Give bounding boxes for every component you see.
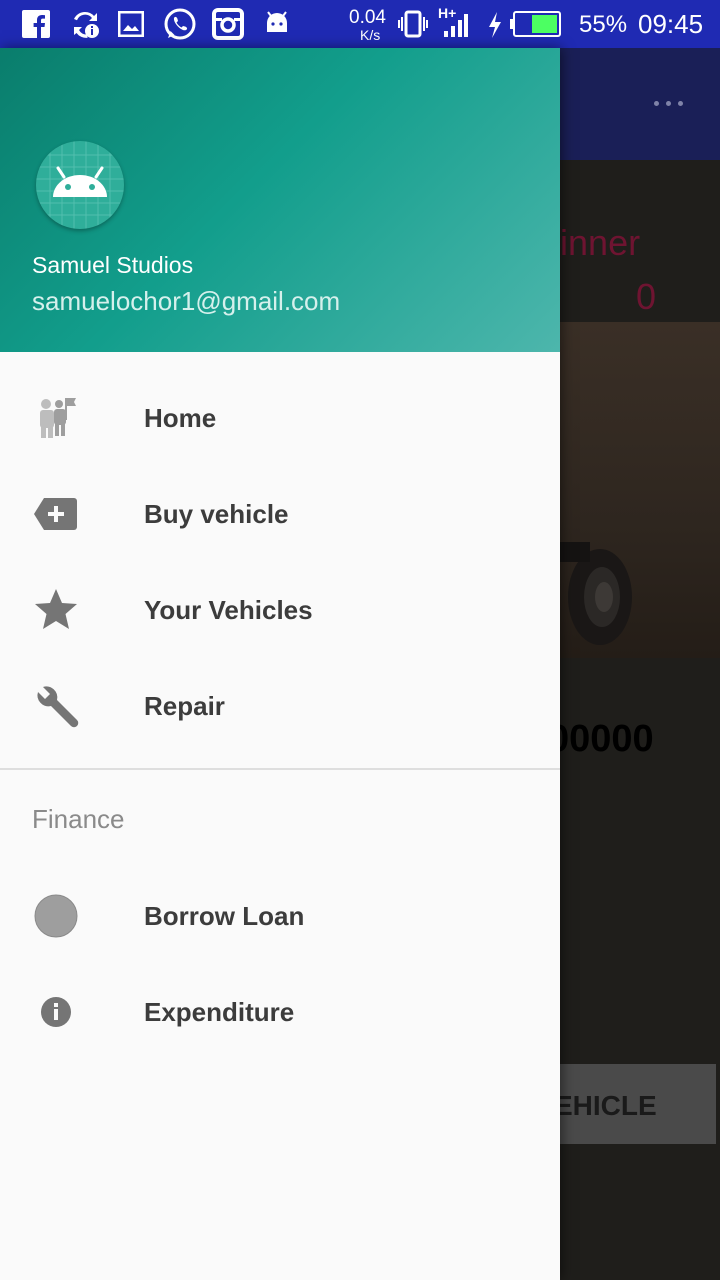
user-email: samuelochor1@gmail.com: [32, 286, 341, 316]
image-icon: [118, 11, 144, 37]
android-avatar-icon: [36, 141, 124, 229]
charging-icon: [489, 12, 501, 38]
menu-item-label: Repair: [144, 691, 225, 721]
wheel-graphic: [560, 542, 632, 645]
menu-item-label: Home: [144, 403, 217, 433]
sync-icon: [74, 11, 99, 38]
menu-item-label: Expenditure: [144, 997, 295, 1027]
wrench-icon: [37, 686, 79, 728]
net-speed-unit: K/s: [360, 27, 381, 43]
menu-item-borrow-loan[interactable]: Borrow Loan: [0, 868, 560, 964]
menu-item-label: Buy vehicle: [144, 499, 289, 529]
whatsapp-icon: [164, 8, 196, 40]
menu-item-repair[interactable]: Repair: [0, 658, 560, 754]
status-bar: 0.04 K/s H+ 55% 09:45: [0, 0, 720, 48]
section-title-finance: Finance: [32, 804, 125, 834]
net-speed-value: 0.04: [349, 7, 386, 28]
avatar[interactable]: [36, 141, 124, 229]
money-value: 00000: [548, 718, 654, 760]
facebook-icon: [22, 10, 50, 38]
clock: 09:45: [638, 9, 704, 39]
menu-item-label: Your Vehicles: [144, 595, 313, 625]
menu-item-buy-vehicle[interactable]: Buy vehicle: [0, 466, 560, 562]
menu-item-home[interactable]: Home: [0, 370, 560, 466]
level-value: 0: [636, 276, 657, 317]
vehicle-button-label: EHICLE: [554, 1090, 657, 1121]
signal-icon: [444, 14, 468, 37]
menu-item-label: Borrow Loan: [144, 901, 305, 931]
home-figure-icon: [40, 398, 76, 438]
menu-item-your-vehicles[interactable]: Your Vehicles: [0, 562, 560, 658]
circle-icon: [34, 894, 78, 938]
battery-percent: 55%: [579, 11, 628, 38]
battery-icon: [510, 11, 561, 37]
navigation-drawer: Samuel Studios samuelochor1@gmail.com Ho…: [0, 48, 560, 1280]
user-name: Samuel Studios: [32, 252, 194, 278]
add-tag-icon: [34, 498, 77, 530]
star-icon: [35, 589, 77, 629]
android-icon: [267, 11, 287, 32]
drawer-header: Samuel Studios samuelochor1@gmail.com: [0, 48, 560, 352]
vibrate-icon: [398, 10, 428, 38]
menu-item-expenditure[interactable]: Expenditure: [0, 964, 560, 1060]
vehicle-button[interactable]: EHICLE: [548, 1064, 716, 1144]
overflow-menu-icon[interactable]: [650, 96, 690, 112]
info-icon: [41, 997, 71, 1027]
instagram-icon: [212, 8, 244, 40]
section-divider: [0, 768, 560, 770]
